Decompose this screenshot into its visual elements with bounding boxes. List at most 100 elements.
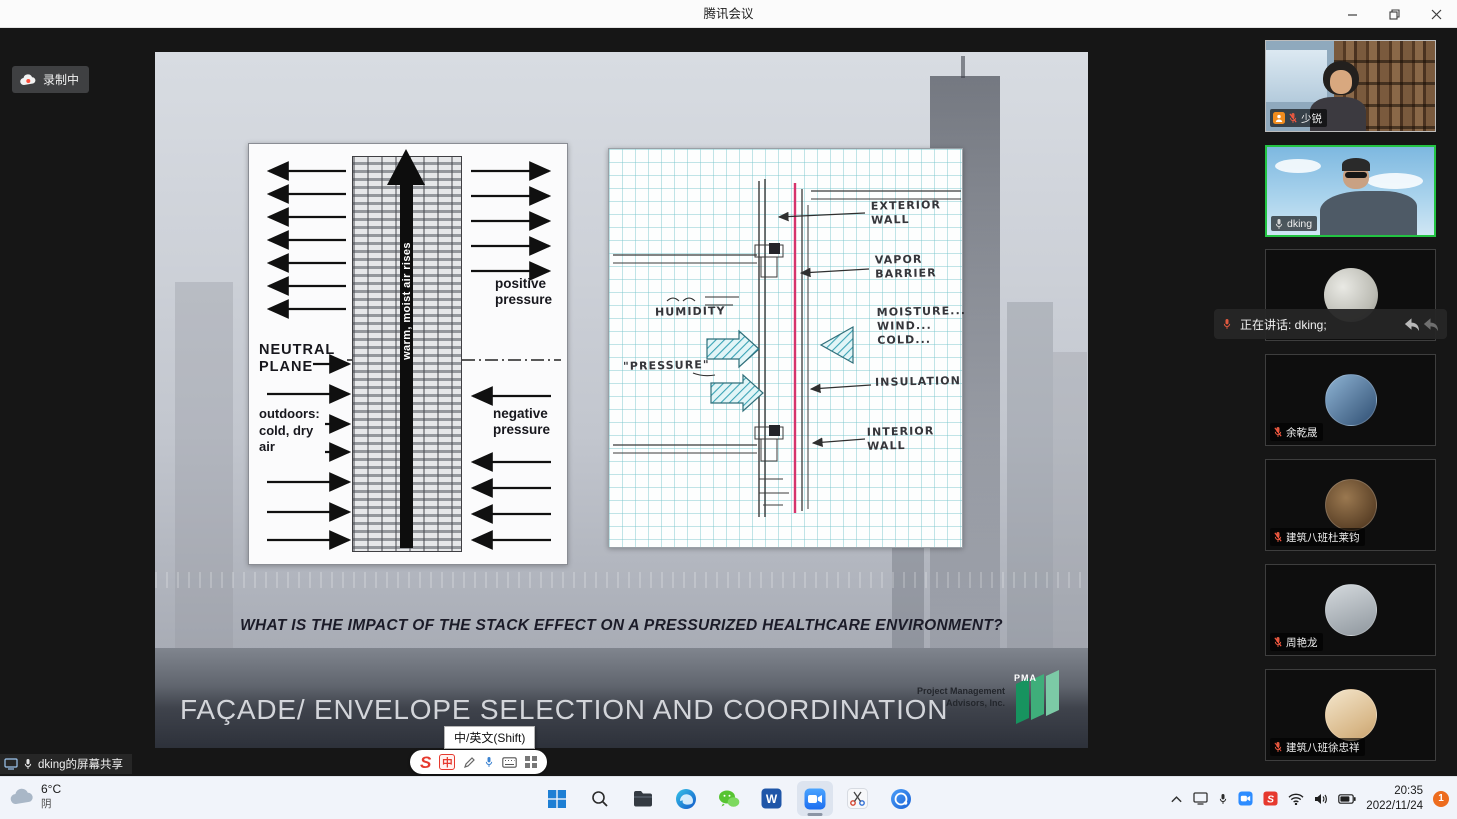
cast-icon[interactable] bbox=[1193, 792, 1208, 805]
pma-logo: Project Management Advisors, Inc. PMA bbox=[917, 670, 1062, 724]
pen-icon[interactable] bbox=[463, 756, 476, 769]
participant-name-badge: 余乾晟 bbox=[1270, 423, 1323, 441]
restore-icon bbox=[1389, 9, 1400, 20]
anchor-block-top bbox=[769, 243, 780, 254]
negative-line1: negative bbox=[493, 406, 550, 422]
participant-tile[interactable]: 建筑八班徐忠祥 bbox=[1265, 669, 1436, 761]
avatar bbox=[1325, 374, 1377, 426]
moisture-label: MOISTURE... WIND... COLD... bbox=[877, 304, 967, 347]
slide-footer-band: FAÇADE/ ENVELOPE SELECTION AND COORDINAT… bbox=[155, 648, 1088, 748]
toolbox-grid-icon[interactable] bbox=[525, 756, 537, 768]
participant-name-badge: 建筑八班徐忠祥 bbox=[1270, 738, 1365, 756]
negative-pressure-label: negative pressure bbox=[493, 406, 550, 438]
screen-share-icon bbox=[4, 758, 18, 770]
taskbar-weather-widget[interactable]: 6°C 阴 bbox=[10, 782, 61, 810]
skyline-antenna bbox=[961, 56, 965, 78]
participant-tile[interactable]: 建筑八班杜莱钧 bbox=[1265, 459, 1436, 551]
wechat-button[interactable] bbox=[711, 781, 747, 816]
participant-tile[interactable]: dking bbox=[1265, 145, 1436, 237]
browser-button[interactable] bbox=[883, 781, 919, 816]
taskbar-search-button[interactable] bbox=[582, 781, 618, 816]
meeting-app-window: 腾讯会议 bbox=[0, 0, 1457, 819]
recording-label: 录制中 bbox=[43, 71, 79, 88]
pma-caption1: Project Management bbox=[917, 685, 1005, 697]
avatar bbox=[1325, 689, 1377, 741]
sunglasses-graphic bbox=[1345, 172, 1367, 178]
mic-muted-icon bbox=[1273, 531, 1283, 543]
participant-silhouette bbox=[1342, 158, 1370, 171]
chevron-up-icon[interactable] bbox=[1170, 794, 1183, 804]
battery-icon[interactable] bbox=[1338, 794, 1356, 804]
participant-tile[interactable]: 余乾晟 bbox=[1265, 354, 1436, 446]
participant-name-badge: 少锐 bbox=[1270, 109, 1327, 127]
wall-layers bbox=[613, 179, 961, 517]
sogou-logo[interactable]: S bbox=[420, 754, 431, 771]
participant-name-badge: 周艳龙 bbox=[1270, 633, 1323, 651]
neutral-plane-label: NEUTRAL PLANE bbox=[259, 342, 335, 376]
participant-name-badge: dking bbox=[1271, 216, 1317, 231]
pma-caption2: Advisors, Inc. bbox=[917, 697, 1005, 709]
mic-muted-icon bbox=[1288, 112, 1298, 124]
positive-line1: positive bbox=[495, 276, 552, 292]
word-button[interactable]: W bbox=[754, 781, 790, 816]
pressure-arrows bbox=[707, 327, 853, 411]
start-button[interactable] bbox=[539, 781, 575, 816]
folder-icon bbox=[633, 790, 653, 808]
meeting-tray-icon[interactable] bbox=[1238, 791, 1253, 806]
speaking-toast-text: 正在讲话: dking; bbox=[1240, 316, 1395, 333]
neutral-line1: NEUTRAL bbox=[259, 342, 335, 359]
avatar bbox=[1325, 584, 1377, 636]
weather-condition: 阴 bbox=[41, 798, 61, 811]
pma-letters: PMA bbox=[1014, 673, 1037, 683]
mic-on-icon bbox=[1274, 218, 1284, 230]
participant-name: 建筑八班徐忠祥 bbox=[1286, 740, 1360, 755]
outflow-arrows-right bbox=[471, 171, 549, 271]
restore-button[interactable] bbox=[1373, 0, 1415, 28]
edge-browser-button[interactable] bbox=[668, 781, 704, 816]
wifi-icon[interactable] bbox=[1288, 793, 1304, 805]
avatar bbox=[1325, 479, 1377, 531]
search-icon bbox=[591, 790, 609, 808]
ime-language-toggle[interactable]: 中 bbox=[439, 754, 455, 770]
stack-arrow-head bbox=[387, 149, 425, 185]
participant-silhouette bbox=[1330, 70, 1352, 94]
participant-tile[interactable]: 周艳龙 bbox=[1265, 564, 1436, 656]
slide-question-text: WHAT IS THE IMPACT OF THE STACK EFFECT O… bbox=[155, 617, 1088, 635]
vapor-barrier-label: VAPOR BARRIER bbox=[875, 252, 937, 281]
skyline-building bbox=[175, 282, 233, 648]
negative-line2: pressure bbox=[493, 422, 550, 438]
file-explorer-button[interactable] bbox=[625, 781, 661, 816]
tray-mic-icon[interactable] bbox=[1218, 793, 1228, 805]
notification-count-badge[interactable]: 1 bbox=[1433, 791, 1449, 807]
insulation-label: INSULATION bbox=[875, 374, 961, 390]
exterior-wall-label: EXTERIOR WALL bbox=[871, 198, 942, 227]
weather-temperature: 6°C bbox=[41, 782, 61, 798]
leader-arrows bbox=[779, 213, 871, 443]
outflow-arrows-left bbox=[269, 171, 346, 309]
host-icon bbox=[1273, 112, 1285, 124]
participant-tile[interactable]: 少锐 bbox=[1265, 40, 1436, 132]
svg-text:W: W bbox=[766, 792, 778, 806]
reply-arrow-icon[interactable] bbox=[1422, 317, 1439, 332]
reply-arrow-icon[interactable] bbox=[1403, 317, 1420, 332]
interior-line2: WALL bbox=[867, 438, 935, 453]
sogou-tray-icon[interactable]: S bbox=[1263, 791, 1278, 806]
window-title: 腾讯会议 bbox=[703, 0, 753, 28]
anchor-block-bottom bbox=[769, 425, 780, 436]
tencent-meeting-button[interactable] bbox=[797, 781, 833, 816]
snipping-tool-button[interactable] bbox=[840, 781, 876, 816]
pma-mark-graphic: PMA bbox=[1012, 670, 1062, 724]
recording-badge[interactable]: 录制中 bbox=[12, 66, 89, 93]
close-button[interactable] bbox=[1415, 0, 1457, 28]
volume-icon[interactable] bbox=[1314, 793, 1328, 805]
keyboard-icon[interactable] bbox=[502, 757, 517, 768]
cloud-weather-icon bbox=[10, 788, 34, 805]
mic-muted-icon bbox=[1273, 426, 1283, 438]
voice-input-icon[interactable] bbox=[484, 756, 494, 768]
clock-date: 2022/11/24 bbox=[1366, 799, 1423, 814]
minimize-button[interactable] bbox=[1331, 0, 1373, 28]
minimize-icon bbox=[1347, 9, 1358, 20]
outdoors-label: outdoors: cold, dry air bbox=[259, 406, 320, 456]
cloud-graphic bbox=[1275, 159, 1321, 173]
taskbar-clock[interactable]: 20:35 2022/11/24 bbox=[1366, 784, 1423, 814]
